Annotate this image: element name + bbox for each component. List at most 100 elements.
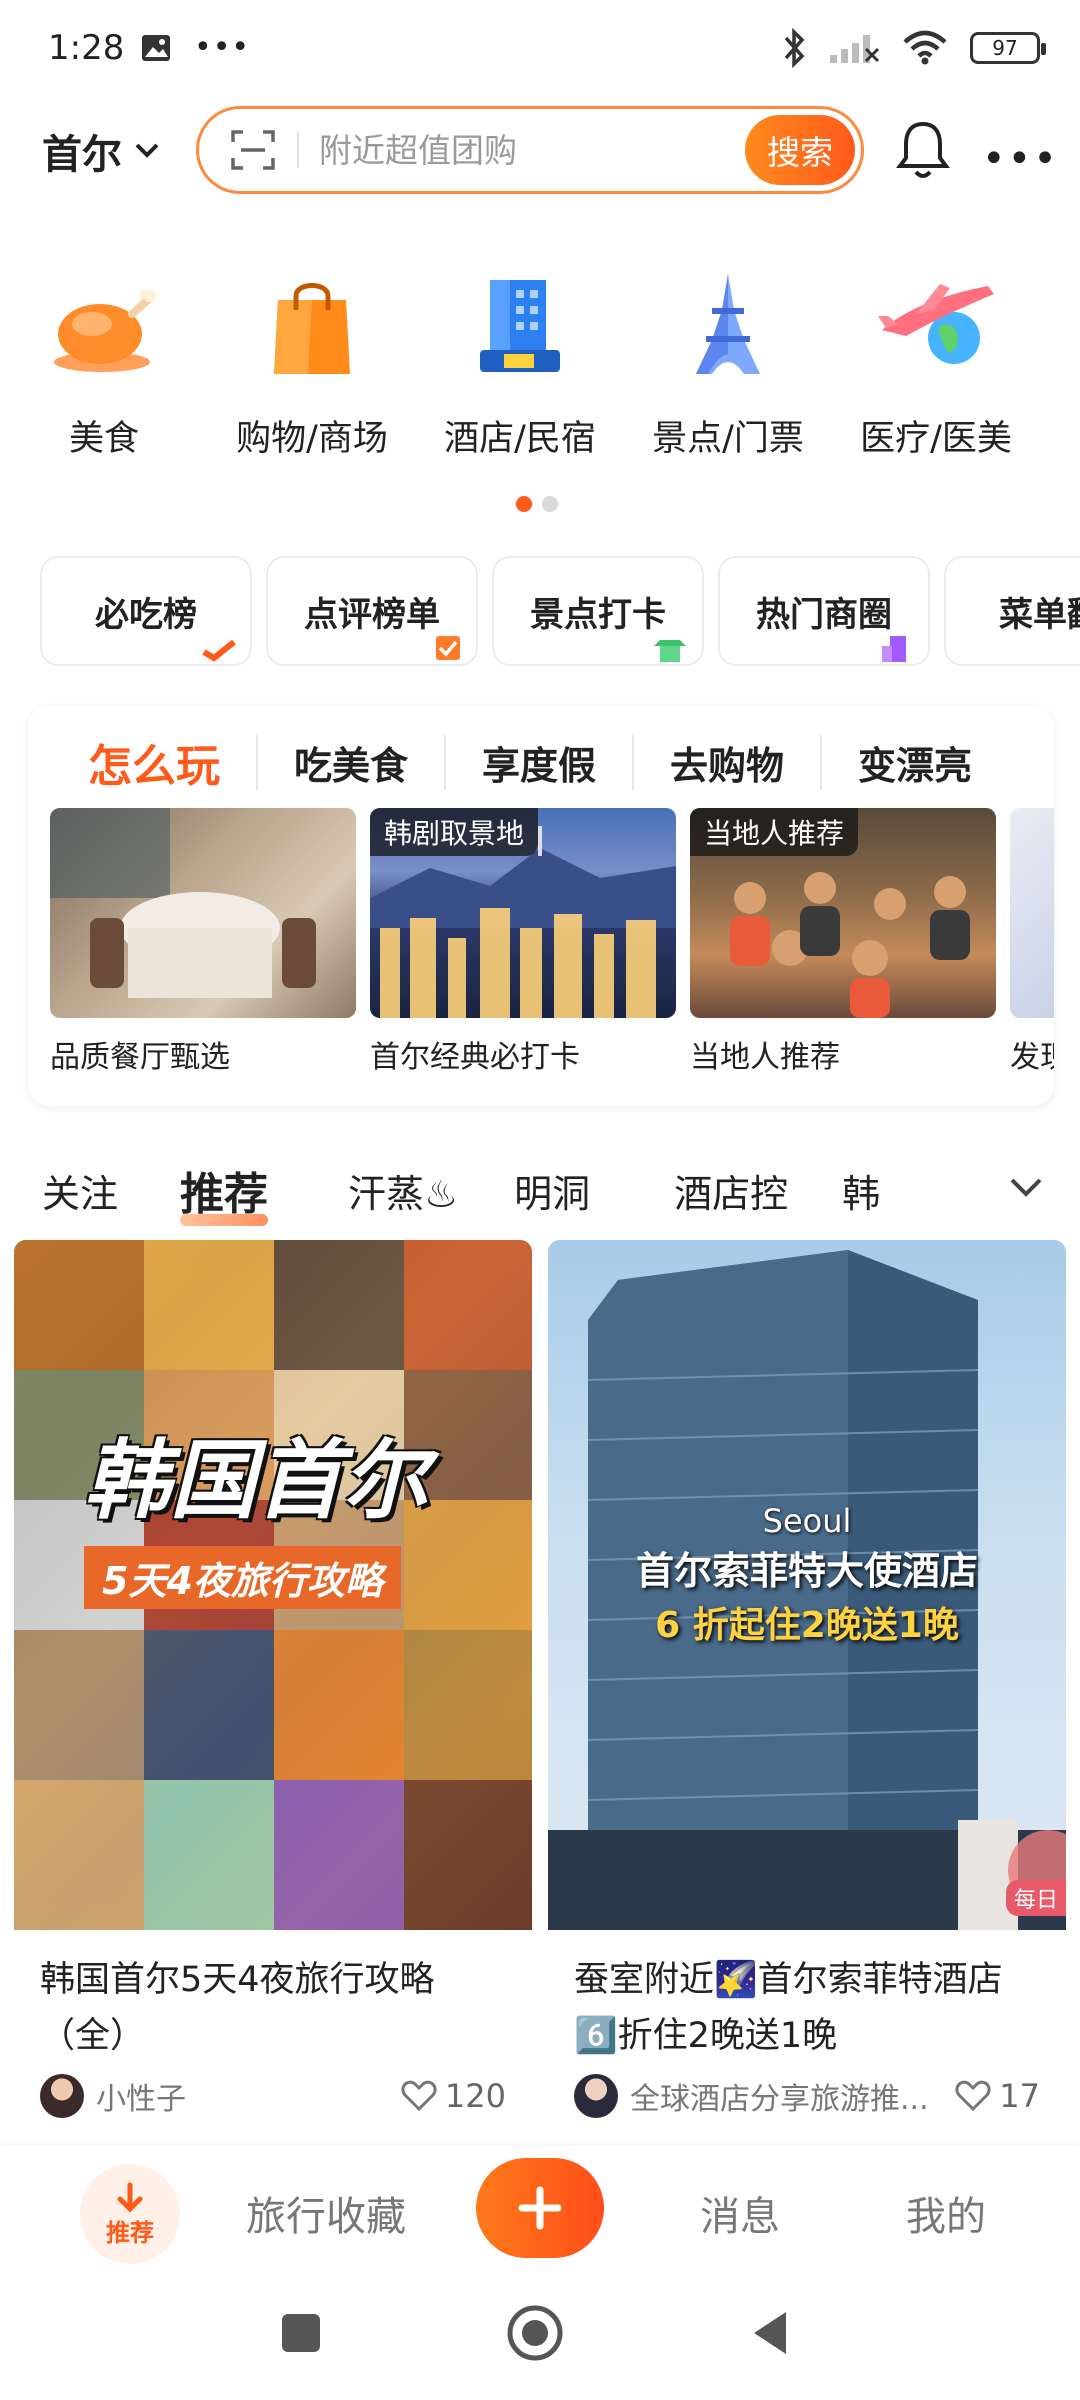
bluetooth-icon bbox=[784, 28, 805, 68]
search-button[interactable]: 搜索 bbox=[745, 115, 855, 185]
page-indicator bbox=[516, 496, 558, 512]
bell-icon[interactable] bbox=[894, 118, 952, 182]
rank-chip-row: 必吃榜 点评榜单 景点打卡 热门商圈 菜单翻 bbox=[40, 556, 1080, 666]
hotel-photo: Seoul 首尔索菲特大使酒店 6 折起住2晚送1晚 每日 bbox=[548, 1240, 1066, 1930]
hotel-image-subtitle: 6 折起住2晚送1晚 bbox=[655, 1605, 959, 1646]
chip-hot-districts[interactable]: 热门商圈 bbox=[718, 556, 930, 666]
play-item-caption: 发现 bbox=[1010, 1040, 1054, 1075]
night-market-photo: 当地人推荐 bbox=[690, 808, 996, 1018]
play-item-seoul-classic[interactable]: 韩剧取景地 首尔经典必打卡 bbox=[370, 808, 676, 1076]
feed-card-title: 韩国首尔5天4夜旅行攻略（全） bbox=[40, 1960, 435, 2056]
play-items: 品质餐厅甄选 韩剧取景地 首尔经典必打卡 当地人推荐 当地人推荐 发现 bbox=[50, 808, 1054, 1076]
play-item-discover[interactable]: 发现 bbox=[1010, 808, 1054, 1076]
hotel-building-icon bbox=[480, 280, 560, 372]
like-count: 17 bbox=[999, 2077, 1040, 2115]
wifi-icon bbox=[903, 30, 947, 65]
tab-beauty[interactable]: 变漂亮 bbox=[820, 734, 1008, 790]
top-header: 首尔 搜索 ••• bbox=[0, 100, 1080, 200]
tab-hotel-fans[interactable]: 酒店控 bbox=[674, 1163, 788, 1218]
tab-shopping[interactable]: 去购物 bbox=[632, 734, 820, 790]
home-icon[interactable] bbox=[506, 2304, 564, 2362]
collage-title: 韩国首尔 bbox=[84, 1431, 428, 1531]
feed-card[interactable]: 韩国首尔 5天4夜旅行攻略 韩国首尔5天4夜旅行攻略（全） 小性子 120 bbox=[14, 1240, 532, 2118]
feed-card[interactable]: Seoul 首尔索菲特大使酒店 6 折起住2晚送1晚 每日 蚕室附近🌠首尔索菲特… bbox=[548, 1240, 1066, 2118]
nav-messages[interactable]: 消息 bbox=[700, 2184, 780, 2242]
tab-recommend[interactable]: 推荐 bbox=[180, 1158, 269, 1226]
scan-icon[interactable] bbox=[229, 126, 277, 174]
add-button[interactable] bbox=[476, 2158, 604, 2258]
check-box-icon bbox=[436, 636, 460, 660]
arrow-down-icon bbox=[117, 2182, 143, 2213]
avatar[interactable] bbox=[40, 2074, 84, 2118]
category-grid: 美食 购物/商场 酒店/民宿 景点/门票 医疗/医美 bbox=[0, 270, 1080, 470]
play-item-local[interactable]: 当地人推荐 当地人推荐 bbox=[690, 808, 996, 1076]
nav-travel-collection[interactable]: 旅行收藏 bbox=[246, 2184, 406, 2242]
feed-tabs: 关注 推荐 汗蒸♨ 明洞 酒店控 韩 bbox=[0, 1150, 1080, 1230]
tab-how-to-play[interactable]: 怎么玩 bbox=[88, 730, 256, 794]
nav-mine[interactable]: 我的 bbox=[906, 2184, 986, 2242]
tab-eat[interactable]: 吃美食 bbox=[256, 734, 444, 790]
feed-card-meta: 全球酒店分享旅游推... 17 bbox=[548, 2064, 1066, 2118]
author-name[interactable]: 全球酒店分享旅游推... bbox=[630, 2074, 955, 2118]
heart-icon bbox=[955, 2080, 991, 2112]
heart-icon bbox=[401, 2080, 437, 2112]
category-shopping[interactable]: 购物/商场 bbox=[208, 270, 416, 470]
city-label: 首尔 bbox=[42, 132, 122, 178]
seoul-night-photo: 韩剧取景地 bbox=[370, 808, 676, 1018]
feed-card-meta: 小性子 120 bbox=[14, 2064, 532, 2118]
tab-korea[interactable]: 韩 bbox=[842, 1163, 880, 1218]
search-box[interactable]: 搜索 bbox=[196, 106, 864, 194]
page-dot-active bbox=[516, 496, 532, 512]
play-item-tag: 当地人推荐 bbox=[690, 808, 859, 856]
restaurant-photo bbox=[50, 808, 356, 1018]
clothing-photo bbox=[1010, 808, 1054, 1018]
bottom-nav: 推荐 旅行收藏 消息 我的 bbox=[0, 2146, 1080, 2270]
seoul-guide-collage: 韩国首尔 5天4夜旅行攻略 bbox=[14, 1240, 532, 1930]
author-name[interactable]: 小性子 bbox=[96, 2074, 401, 2118]
like-count: 120 bbox=[444, 2077, 506, 2115]
pagoda-icon bbox=[654, 640, 686, 662]
battery-icon: 97 bbox=[970, 32, 1046, 64]
daily-badge: 每日 bbox=[1005, 1880, 1066, 1916]
chip-menu-translate[interactable]: 菜单翻 bbox=[944, 556, 1080, 666]
battery-level: 97 bbox=[992, 36, 1018, 60]
avatar[interactable] bbox=[574, 2074, 618, 2118]
airplane-globe-icon bbox=[878, 284, 994, 364]
category-label: 景点/门票 bbox=[652, 419, 804, 459]
category-hotel[interactable]: 酒店/民宿 bbox=[416, 270, 624, 470]
shopping-bag-icon bbox=[274, 283, 350, 374]
chip-must-eat[interactable]: 必吃榜 bbox=[40, 556, 252, 666]
play-item-restaurant[interactable]: 品质餐厅甄选 bbox=[50, 808, 356, 1076]
nav-recommend[interactable]: 推荐 bbox=[80, 2164, 180, 2264]
category-medical[interactable]: 医疗/医美 bbox=[832, 270, 1040, 470]
system-nav-bar bbox=[0, 2270, 1080, 2400]
tab-follow[interactable]: 关注 bbox=[42, 1163, 118, 1218]
like-button[interactable]: 120 bbox=[401, 2077, 506, 2115]
tab-fade bbox=[930, 1150, 1010, 1230]
search-input[interactable] bbox=[319, 130, 745, 170]
search-divider bbox=[297, 132, 299, 168]
feed-card-title: 蚕室附近🌠首尔索菲特酒店6️⃣折住2晚送1晚 bbox=[574, 1960, 1003, 2056]
chevron-down-icon[interactable] bbox=[1006, 1168, 1046, 1208]
tab-vacation[interactable]: 享度假 bbox=[444, 734, 632, 790]
eiffel-tower-icon bbox=[696, 274, 760, 374]
building-icon bbox=[882, 636, 906, 662]
tab-myeongdong[interactable]: 明洞 bbox=[514, 1163, 590, 1218]
status-time: 1:28 bbox=[48, 28, 125, 68]
back-icon[interactable] bbox=[750, 2310, 790, 2356]
roast-chicken-icon bbox=[54, 289, 156, 372]
city-selector[interactable]: 首尔 bbox=[42, 122, 160, 180]
plus-icon bbox=[518, 2186, 562, 2230]
category-attractions[interactable]: 景点/门票 bbox=[624, 270, 832, 470]
recent-apps-icon[interactable] bbox=[280, 2312, 322, 2354]
checkmark-icon bbox=[202, 639, 236, 662]
play-card: 怎么玩 吃美食 享度假 去购物 变漂亮 品质餐厅甄选 韩剧取景地 首尔经典必打卡… bbox=[28, 706, 1054, 1106]
category-food[interactable]: 美食 bbox=[0, 270, 208, 470]
more-icon[interactable]: ••• bbox=[982, 136, 1059, 182]
nav-recommend-label: 推荐 bbox=[106, 2218, 154, 2247]
chip-review-rank[interactable]: 点评榜单 bbox=[266, 556, 478, 666]
page-dot bbox=[542, 496, 558, 512]
chip-attraction-checkin[interactable]: 景点打卡 bbox=[492, 556, 704, 666]
tab-sauna[interactable]: 汗蒸♨ bbox=[348, 1163, 458, 1218]
like-button[interactable]: 17 bbox=[955, 2077, 1040, 2115]
